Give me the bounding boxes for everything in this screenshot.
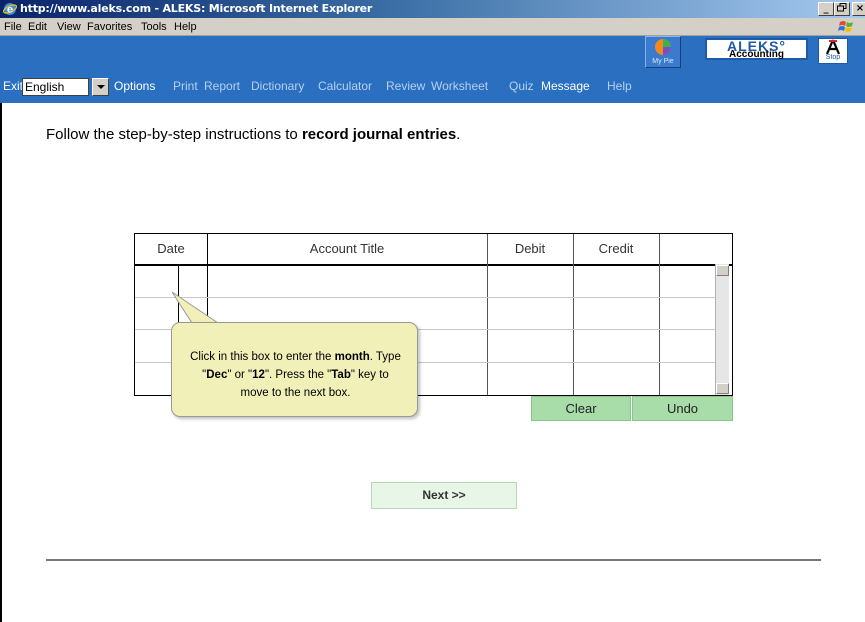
stop-label: Stop (825, 54, 841, 61)
tooltip-keyword: month (334, 351, 370, 363)
debit-input[interactable] (488, 265, 573, 297)
credit-input[interactable] (574, 265, 659, 297)
nav-exit[interactable]: Exit (3, 79, 23, 93)
nav-quiz[interactable]: Quiz (509, 79, 534, 93)
instruction-text: Follow the step-by-step instructions to … (46, 126, 460, 143)
tooltip-pointer (171, 291, 222, 326)
menu-help[interactable]: Help (174, 21, 197, 33)
nav-worksheet[interactable]: Worksheet (431, 79, 488, 93)
nav-message[interactable]: Message (541, 79, 590, 93)
pie-chart-icon (655, 39, 671, 55)
tooltip-text-part: Click in this box to enter the (190, 351, 335, 363)
tooltip-keyword: Tab (331, 369, 351, 381)
logo-subtitle: Accounting (729, 49, 784, 60)
column-header-date: Date (157, 241, 185, 256)
menu-file[interactable]: File (4, 21, 22, 33)
nav-help[interactable]: Help (607, 79, 632, 93)
column-header-credit: Credit (598, 241, 634, 256)
windows-logo-icon (838, 21, 853, 32)
nav-review[interactable]: Review (386, 79, 425, 93)
tooltip-text-part: " or " (227, 369, 253, 381)
nav-calculator[interactable]: Calculator (318, 79, 372, 93)
restore-icon (837, 3, 847, 12)
maximize-button[interactable] (834, 2, 850, 16)
column-divider (573, 234, 574, 395)
tooltip-keyword: Dec (206, 369, 228, 381)
clear-button[interactable]: Clear (531, 396, 631, 421)
menu-favorites[interactable]: Favorites (87, 21, 132, 33)
window-titlebar: e http://www.aleks.com - ALEKS: Microsof… (0, 0, 865, 18)
window-left-border (0, 103, 2, 622)
scroll-up-button[interactable] (716, 265, 729, 276)
nav-dictionary[interactable]: Dictionary (251, 79, 304, 93)
stop-figure-icon (825, 39, 841, 55)
nav-options[interactable]: Options (114, 79, 155, 93)
menu-edit[interactable]: Edit (28, 21, 47, 33)
minimize-button[interactable]: _ (818, 2, 834, 16)
next-button[interactable]: Next >> (371, 482, 517, 509)
tooltip-text-part: ". Press the " (264, 369, 332, 381)
scroll-down-button[interactable] (716, 383, 729, 394)
account-title-input[interactable] (208, 265, 487, 297)
table-scrollbar[interactable] (715, 264, 729, 395)
tooltip-text-part: move to the next box. (240, 387, 351, 399)
undo-button[interactable]: Undo (632, 396, 733, 421)
window-title: http://www.aleks.com - ALEKS: Microsoft … (20, 2, 373, 15)
chevron-down-icon[interactable] (92, 78, 109, 96)
instruction-prefix: Follow the step-by-step instructions to (46, 126, 302, 143)
mypie-label: My Pie (652, 58, 674, 65)
internet-explorer-icon: e (3, 3, 17, 16)
menu-view[interactable]: View (57, 21, 81, 33)
nav-report[interactable]: Report (204, 79, 240, 93)
instruction-suffix: . (456, 126, 461, 143)
stop-button[interactable]: Stop (818, 38, 848, 64)
footer-divider (46, 559, 821, 561)
tooltip-keyword: 12 (252, 369, 265, 381)
column-header-account-title: Account Title (309, 241, 385, 256)
close-button[interactable]: × (852, 2, 865, 16)
tooltip-text-part: . Type (369, 351, 401, 363)
hint-tooltip: Click in this box to enter the month. Ty… (171, 322, 418, 417)
menu-bar: File Edit View Favorites Tools Help (0, 18, 865, 36)
nav-print[interactable]: Print (173, 79, 198, 93)
mypie-button[interactable]: My Pie (645, 36, 681, 68)
instruction-emphasis: record journal entries (301, 126, 457, 143)
column-divider (487, 234, 488, 395)
language-select[interactable]: English (22, 78, 89, 96)
column-divider (659, 234, 660, 395)
column-header-debit: Debit (514, 241, 546, 256)
aleks-accounting-logo: ALEKS° Accounting (705, 38, 808, 60)
tooltip-text: Click in this box to enter the month. Ty… (176, 348, 415, 402)
svg-text:e: e (7, 5, 13, 16)
menu-tools[interactable]: Tools (141, 21, 167, 33)
tooltip-text-part: " key to (350, 369, 389, 381)
